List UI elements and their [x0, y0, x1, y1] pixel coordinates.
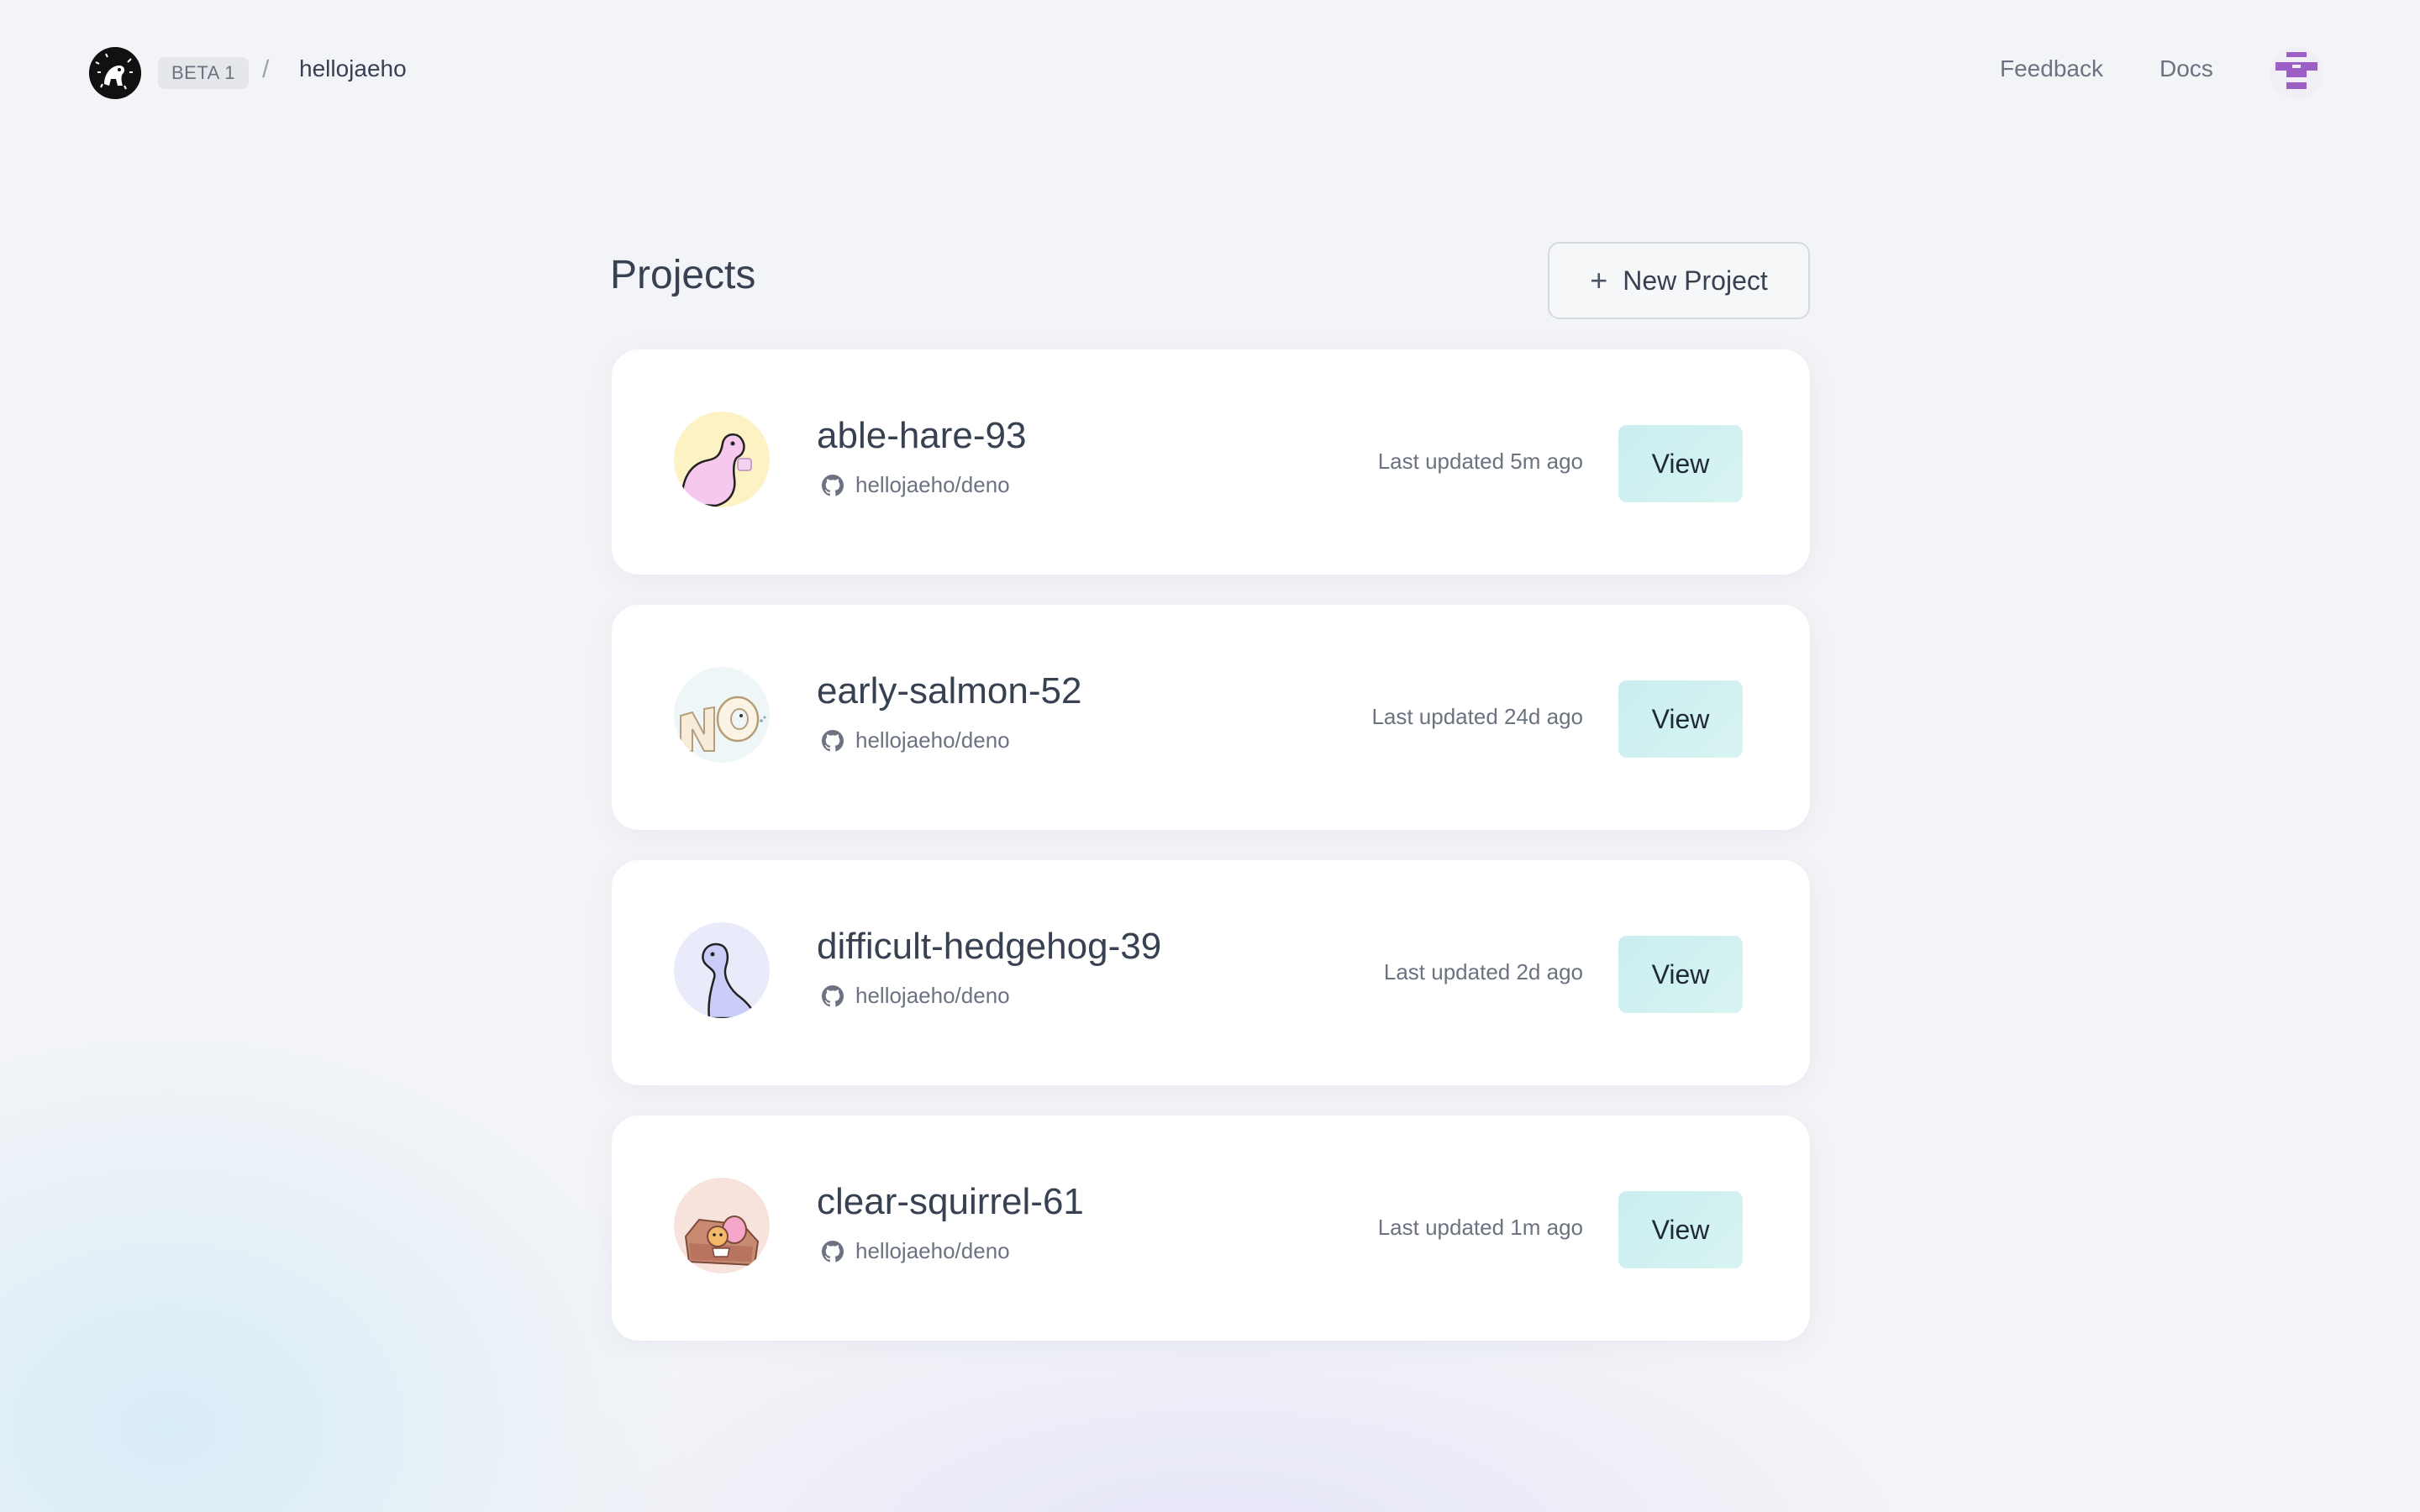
- view-button[interactable]: View: [1618, 936, 1743, 1013]
- github-icon: [822, 984, 844, 1006]
- view-button[interactable]: View: [1618, 1191, 1743, 1268]
- project-repo-link[interactable]: hellojaeho/deno: [822, 727, 1010, 753]
- last-updated: Last updated 5m ago: [1377, 449, 1583, 474]
- project-repo-link[interactable]: hellojaeho/deno: [822, 1238, 1010, 1264]
- project-list: able-hare-93 hellojaeho/deno Last update…: [612, 349, 1810, 1371]
- project-repo-link[interactable]: hellojaeho/deno: [822, 472, 1010, 498]
- feedback-link[interactable]: Feedback: [2000, 55, 2103, 82]
- new-project-button[interactable]: + New Project: [1548, 242, 1810, 319]
- repo-label: hellojaeho/deno: [855, 727, 1010, 753]
- project-card: early-salmon-52 hellojaeho/deno Last upd…: [612, 605, 1810, 830]
- user-avatar[interactable]: [2270, 47, 2323, 99]
- project-avatar: [674, 1178, 770, 1273]
- project-name[interactable]: early-salmon-52: [817, 670, 1081, 712]
- repo-label: hellojaeho/deno: [855, 983, 1010, 1008]
- deno-logo-icon[interactable]: [89, 47, 141, 99]
- project-avatar: [674, 667, 770, 763]
- docs-link[interactable]: Docs: [2160, 55, 2213, 82]
- plus-icon: +: [1590, 263, 1608, 297]
- project-repo-link[interactable]: hellojaeho/deno: [822, 983, 1010, 1009]
- page-title: Projects: [610, 253, 756, 297]
- project-card: clear-squirrel-61 hellojaeho/deno Last u…: [612, 1116, 1810, 1341]
- view-button[interactable]: View: [1618, 680, 1743, 758]
- project-card: able-hare-93 hellojaeho/deno Last update…: [612, 349, 1810, 575]
- last-updated: Last updated 1m ago: [1377, 1215, 1583, 1240]
- github-icon: [822, 1240, 844, 1262]
- github-icon: [822, 729, 844, 751]
- repo-label: hellojaeho/deno: [855, 1238, 1010, 1263]
- github-icon: [822, 474, 844, 496]
- project-card: difficult-hedgehog-39 hellojaeho/deno La…: [612, 860, 1810, 1085]
- view-button[interactable]: View: [1618, 425, 1743, 502]
- new-project-label: New Project: [1623, 265, 1768, 296]
- last-updated: Last updated 2d ago: [1383, 959, 1583, 984]
- breadcrumb-separator: /: [262, 55, 270, 83]
- repo-label: hellojaeho/deno: [855, 472, 1010, 497]
- project-avatar: [674, 412, 770, 507]
- last-updated: Last updated 24d ago: [1371, 704, 1583, 729]
- org-name[interactable]: hellojaeho: [299, 55, 407, 82]
- project-name[interactable]: able-hare-93: [817, 415, 1027, 457]
- project-avatar: [674, 922, 770, 1018]
- project-name[interactable]: clear-squirrel-61: [817, 1181, 1084, 1223]
- project-name[interactable]: difficult-hedgehog-39: [817, 926, 1161, 968]
- beta-badge: BETA 1: [158, 57, 249, 89]
- top-bar: BETA 1 / hellojaeho Feedback Docs: [0, 0, 2420, 143]
